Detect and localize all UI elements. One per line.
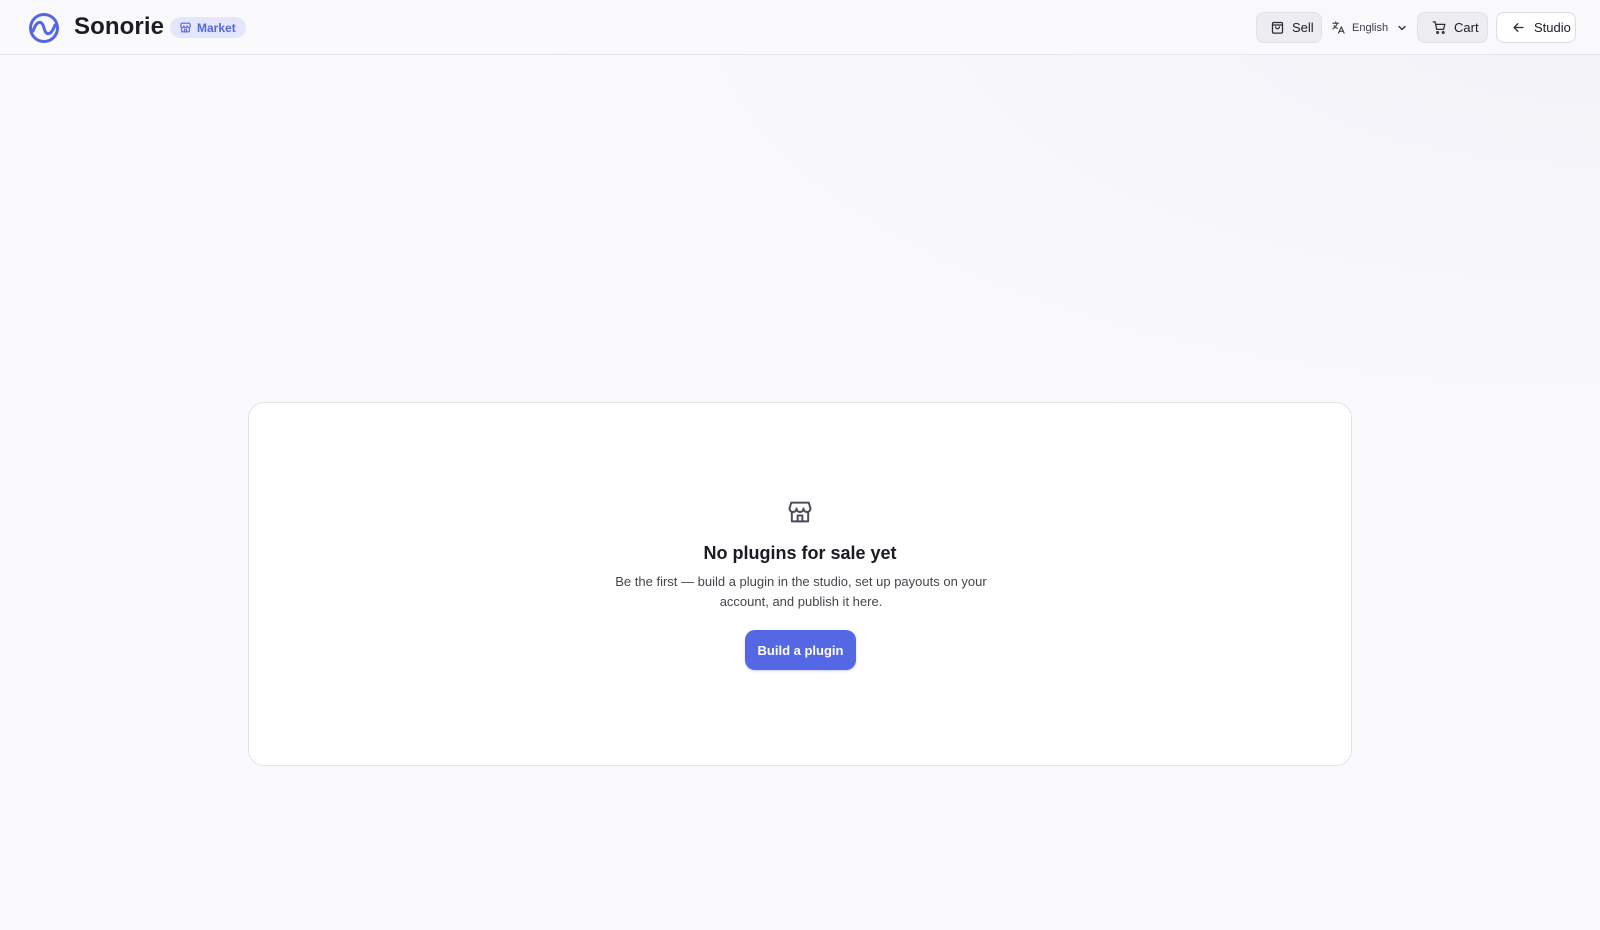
empty-state-card: No plugins for sale yet Be the first — b…	[248, 402, 1352, 766]
empty-state-description: Be the first — build a plugin in the stu…	[615, 574, 987, 609]
top-header: Sonorie Market Sell English Cart Studio	[0, 0, 1600, 55]
cart-button[interactable]: Cart	[1417, 12, 1488, 43]
translate-icon	[1332, 21, 1345, 34]
sell-button-label: Sell	[1292, 20, 1314, 35]
store-icon	[788, 501, 812, 523]
sonorie-logo-icon[interactable]	[28, 12, 60, 44]
brand-name[interactable]: Sonorie	[74, 12, 164, 42]
store-icon	[180, 22, 191, 33]
studio-button-label: Studio	[1534, 20, 1571, 35]
empty-state-title: No plugins for sale yet	[703, 543, 897, 563]
shopping-bag-icon	[1271, 21, 1284, 34]
build-plugin-button[interactable]: Build a plugin	[745, 630, 856, 670]
market-badge-label: Market	[197, 20, 236, 35]
language-select[interactable]: English	[1329, 12, 1411, 43]
chevron-down-icon	[1398, 25, 1406, 30]
arrow-left-icon	[1513, 23, 1524, 32]
language-label: English	[1352, 21, 1389, 34]
market-badge: Market	[170, 17, 246, 38]
cart-icon	[1432, 21, 1446, 35]
cart-button-label: Cart	[1454, 20, 1479, 35]
sell-button[interactable]: Sell	[1256, 12, 1322, 43]
studio-button[interactable]: Studio	[1496, 12, 1576, 43]
